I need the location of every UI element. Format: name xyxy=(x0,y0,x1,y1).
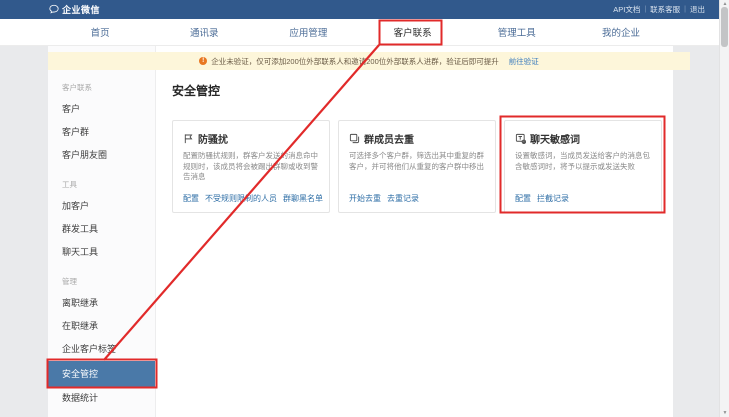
card-link-group-member-dedupe-dedupe-records[interactable]: 去重记录 xyxy=(387,193,419,204)
app-logo: 企业微信 xyxy=(49,0,100,19)
go-verify-link[interactable]: 前往验证 xyxy=(509,56,539,67)
scrollbar-thumb[interactable] xyxy=(721,7,728,47)
feature-cards: 防骚扰配置防骚扰规则，群客户发送的消息命中规则时，该成员将会被踢出群聊或收到警告… xyxy=(172,120,662,213)
card-links-group-member-dedupe: 开始去重 去重记录 xyxy=(349,193,419,204)
sidebar-item-customer-moments[interactable]: 客户朋友圈 xyxy=(48,144,155,167)
topbar-link-api-docs[interactable]: API文档 xyxy=(609,4,644,15)
vertical-scrollbar[interactable]: ▲ ▼ xyxy=(719,0,729,417)
sidebar-divider xyxy=(155,46,156,417)
topbar-link-contact-support[interactable]: 联系客服 xyxy=(646,4,684,15)
card-link-anti-harassment-group-blacklist[interactable]: 群聊黑名单 xyxy=(283,193,323,204)
card-title-text: 聊天敏感词 xyxy=(530,135,580,146)
sidebar-group-header-0: 客户联系 xyxy=(62,83,92,92)
nav-tab-management-tools[interactable]: 管理工具 xyxy=(465,19,569,45)
card-description: 配置防骚扰规则，群客户发送的消息命中规则时，该成员将会被踢出群聊或收到警告消息 xyxy=(183,151,318,181)
card-link-chat-sensitive-words-intercept-records[interactable]: 拦截记录 xyxy=(537,193,569,204)
card-description: 设置敏感词，当成员发送给客户的消息包含敏感词时，将予以提示或发送失败 xyxy=(515,151,650,171)
card-link-chat-sensitive-words-configure[interactable]: 配置 xyxy=(515,193,531,204)
card-chat-sensitive-words: 聊天敏感词设置敏感词，当成员发送给客户的消息包含敏感词时，将予以提示或发送失败配… xyxy=(504,120,662,213)
sidebar-item-on-job-inherit[interactable]: 在职继承 xyxy=(48,315,155,338)
sidebar-group-header-2: 管理 xyxy=(62,277,77,286)
sidebar-group-1: 工具加客户 群发工具 聊天工具 xyxy=(48,175,155,264)
card-link-group-member-dedupe-start-dedupe[interactable]: 开始去重 xyxy=(349,193,381,204)
card-group-member-dedupe: 群成员去重可选择多个客户群，筛选出其中重复的群客户，并可将他们从重复的客户群中移… xyxy=(338,120,496,213)
wechat-work-bubble-icon xyxy=(49,4,59,16)
sidebar-group-0: 客户联系客户 客户群 客户朋友圈 xyxy=(48,78,155,167)
card-title-chat-sensitive-words: 聊天敏感词 xyxy=(515,131,651,146)
card-description: 可选择多个客户群，筛选出其中重复的群客户，并可将他们从重复的客户群中移出 xyxy=(349,151,484,171)
sidebar-group-2: 管理离职继承 在职继承 企业客户标签 安全管控 数据统计 xyxy=(48,272,155,410)
sidebar-item-add-customer[interactable]: 加客户 xyxy=(48,195,155,218)
sidebar-item-chat-tool[interactable]: 聊天工具 xyxy=(48,241,155,264)
sidebar-menu: 客户联系客户 客户群 客户朋友圈工具加客户 群发工具 聊天工具管理离职继承 在职继承 企业客… xyxy=(48,78,155,410)
nav-tab-customer-contact[interactable]: 客户联系 xyxy=(361,19,465,45)
card-title-anti-harassment: 防骚扰 xyxy=(183,131,319,146)
flag-icon xyxy=(183,133,194,144)
enterprise-wechat-admin-window: 企业微信 API文档 | 联系客服 | 退出 首页 通讯录 应用管理 客户联系 管理工具 我的企业… xyxy=(0,0,729,417)
nav-tab-home[interactable]: 首页 xyxy=(48,19,152,45)
alert-icon: ! xyxy=(199,57,208,65)
sidebar-item-group-send-tool[interactable]: 群发工具 xyxy=(48,218,155,241)
nav-tabs: 首页 通讯录 应用管理 客户联系 管理工具 我的企业 xyxy=(48,19,673,45)
nav-tab-app-management[interactable]: 应用管理 xyxy=(256,19,360,45)
overlap-squares-icon xyxy=(349,133,360,144)
card-link-anti-harassment-exempt-members[interactable]: 不受规则限制的人员 xyxy=(205,193,277,204)
scroll-down-arrow[interactable]: ▼ xyxy=(720,410,729,416)
card-title-text: 群成员去重 xyxy=(364,135,414,146)
sidebar-item-resignation-inherit[interactable]: 离职继承 xyxy=(48,292,155,315)
sidebar-item-data-statistics[interactable]: 数据统计 xyxy=(48,387,155,410)
card-links-anti-harassment: 配置 不受规则限制的人员 群聊黑名单 xyxy=(183,193,323,204)
sidebar-item-security-control[interactable]: 安全管控 xyxy=(48,361,155,387)
app-logo-text: 企业微信 xyxy=(62,5,101,15)
sidebar-item-customer-groups[interactable]: 客户群 xyxy=(48,121,155,144)
sidebar-item-customers[interactable]: 客户 xyxy=(48,98,155,121)
topbar-link-logout[interactable]: 退出 xyxy=(686,4,709,15)
card-link-anti-harassment-configure[interactable]: 配置 xyxy=(183,193,199,204)
card-links-chat-sensitive-words: 配置 拦截记录 xyxy=(515,193,569,204)
primary-nav-bar: 首页 通讯录 应用管理 客户联系 管理工具 我的企业 xyxy=(0,19,719,46)
nav-tab-contacts[interactable]: 通讯录 xyxy=(152,19,256,45)
verification-notice-bar: ! 企业未验证，仅可添加200位外部联系人和邀请200位外部联系人进群，验证后即… xyxy=(48,52,690,70)
chat-word-icon xyxy=(515,133,526,144)
topbar-links: API文档 | 联系客服 | 退出 xyxy=(609,0,709,19)
sidebar-group-header-1: 工具 xyxy=(62,180,77,189)
card-title-group-member-dedupe: 群成员去重 xyxy=(349,131,485,146)
page-title: 安全管控 xyxy=(172,84,221,98)
card-title-text: 防骚扰 xyxy=(198,135,228,146)
card-anti-harassment: 防骚扰配置防骚扰规则，群客户发送的消息命中规则时，该成员将会被踢出群聊或收到警告… xyxy=(172,120,330,213)
top-header-bar: 企业微信 API文档 | 联系客服 | 退出 xyxy=(0,0,719,19)
nav-tab-my-company[interactable]: 我的企业 xyxy=(569,19,673,45)
sidebar-item-enterprise-customer-tags[interactable]: 企业客户标签 xyxy=(48,338,155,361)
verification-notice-text: 企业未验证，仅可添加200位外部联系人和邀请200位外部联系人进群，验证后即可提… xyxy=(211,56,499,66)
